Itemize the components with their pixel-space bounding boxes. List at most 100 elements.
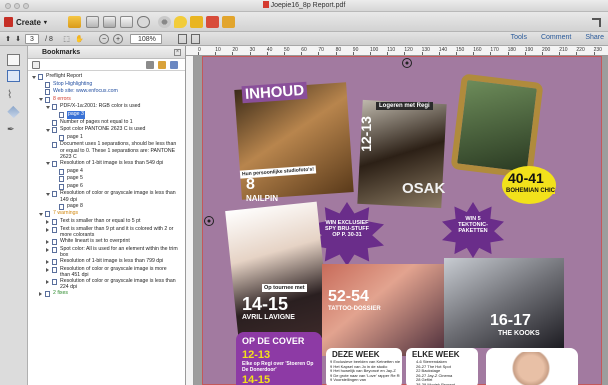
bookmark-item[interactable]: page 3 [28,110,185,119]
chevron-down-icon[interactable] [46,128,50,132]
bookmark-item[interactable]: page 6 [28,183,185,191]
bookmark-label: Stop Highlighting [53,80,93,87]
chevron-right-icon[interactable] [46,279,49,284]
ruler-tick [404,52,406,55]
bookmark-label: 8 errors [53,95,71,102]
bookmark-label: 7 warnings [53,210,79,217]
attachments-icon[interactable]: ⌇ [7,88,20,101]
chevron-right-icon[interactable] [46,267,49,272]
hand-tool-icon[interactable]: ✋ [75,34,84,44]
tools-link[interactable]: Tools [511,34,527,41]
ruler-tick [215,52,217,55]
sign-icon[interactable] [222,16,235,28]
print-icon[interactable] [103,16,116,28]
bookmark-item[interactable]: page 8 [28,203,185,211]
expand-bookmark-icon[interactable] [170,61,178,69]
bookmark-item[interactable]: page 5 [28,175,185,183]
fit-page-icon[interactable] [178,34,187,44]
bookmark-item[interactable]: 7 warnings [28,210,185,218]
navigation-pane-sidebar: ⌇ ✒ [0,46,28,385]
settings-gear-icon[interactable] [158,16,171,28]
ruler-mark: 190 [524,47,534,53]
bookmarks-title: Bookmarks [42,49,81,56]
bookmark-item[interactable]: White lineart is set to overprint [28,238,185,246]
bookmark-item[interactable]: Preflight Report [28,73,185,81]
portrait-photo [506,352,556,385]
stamp-icon[interactable] [206,16,219,28]
registration-mark-icon [402,58,412,68]
main-toolbar: Create ▾ [0,12,608,32]
bookmark-page-icon [45,291,50,298]
select-tool-icon[interactable]: ⬚ [62,34,71,44]
comment-link[interactable]: Comment [541,34,571,41]
ruler-tick [542,52,543,55]
close-panel-icon[interactable]: × [174,49,181,56]
bookmark-item[interactable]: Text is smaller than or equal to 5 pt [28,218,185,226]
bookmark-item[interactable]: Resolution of color or grayscale image i… [28,278,185,290]
share-link[interactable]: Share [585,34,604,41]
page-total: / 8 [45,35,53,43]
page-thumbnails-icon[interactable] [7,54,20,66]
bookmark-item[interactable]: Web site: www.enfocus.com [28,88,185,96]
bookmark-item[interactable]: Resolution of 1-bit image is less than 7… [28,258,185,266]
ruler-tick [559,52,561,55]
navigation-toolbar: ⬆ ⬇ 3 / 8 ⬚ ✋ − + 108% Tools Comment Sha… [0,32,608,46]
bookmark-label: PDF/X-1a:2001: RGB color is used [60,103,141,110]
chevron-right-icon[interactable] [46,247,49,252]
chevron-right-icon[interactable] [46,227,49,232]
bohemian-frame [450,73,544,179]
cloud-icon[interactable] [137,16,150,28]
new-bookmark-icon[interactable] [158,61,166,69]
chevron-down-icon[interactable] [46,162,50,166]
bookmark-item[interactable]: Document uses 1 separations, should be l… [28,141,185,160]
chevron-down-icon[interactable] [39,212,43,216]
chevron-right-icon[interactable] [46,219,49,224]
document-canvas[interactable]: INHOUD Hun persoonlijke studiofoto's! 8 … [194,56,608,385]
bookmark-item[interactable]: Resolution of color or grayscale image i… [28,190,185,203]
zoom-out-icon[interactable]: − [99,34,109,44]
next-page-icon[interactable]: ⬇ [14,34,22,44]
bookmark-item[interactable]: Text is smaller than 9 pt and it is colo… [28,226,185,238]
layers-icon[interactable] [7,105,20,119]
bookmark-page-icon [52,278,57,285]
bookmark-item[interactable]: 8 errors [28,96,185,104]
signatures-icon[interactable]: ✒ [7,124,20,136]
cover-text: Elke op Regi over 'Stoeren Op De Donerdo… [242,361,314,373]
chevron-down-icon[interactable] [46,105,50,109]
bookmarks-icon[interactable] [7,70,20,82]
bookmark-item[interactable]: Spot color: All is used for an element w… [28,246,185,258]
highlight-icon[interactable] [190,16,203,28]
bookmark-item[interactable]: Number of pages not equal to 1 [28,119,185,127]
cover-1415: 14-15 [242,374,271,385]
bookmark-item[interactable]: page 4 [28,168,185,176]
bookmark-item[interactable]: PDF/X-1a:2001: RGB color is used [28,103,185,111]
label-kooks: THE KOOKS [498,330,540,337]
mail-icon[interactable] [120,16,133,28]
save-icon[interactable] [86,16,99,28]
bookmark-item[interactable]: Resolution of color or grayscale image i… [28,266,185,278]
bookmark-item[interactable]: 2 fixes [28,290,185,298]
comment-bubble-icon[interactable] [174,16,187,28]
chevron-right-icon[interactable] [46,259,49,264]
delete-bookmark-icon[interactable] [146,61,154,69]
chevron-down-icon[interactable] [32,75,36,79]
page-number-input[interactable]: 3 [25,34,39,44]
bookmark-item[interactable]: page 1 [28,134,185,142]
horizontal-ruler: 0 10 20 30 40 50 60 70 80 90 100 110 120 130 140 150 160… [186,46,608,56]
bookmark-item[interactable]: Resolution of 1-bit image is less than 5… [28,160,185,168]
bookmark-item[interactable]: Spot color PANTONE 2623 C is used [28,126,185,134]
bookmark-item[interactable]: Stop Highlighting [28,81,185,89]
chevron-down-icon[interactable] [39,98,43,102]
bookmark-label: Spot color PANTONE 2623 C is used [60,126,146,133]
create-button[interactable]: Create ▾ [4,15,47,29]
open-folder-icon[interactable] [68,16,81,28]
fit-width-icon[interactable] [191,34,200,44]
prev-page-icon[interactable]: ⬆ [4,34,12,44]
chevron-down-icon[interactable] [46,192,50,196]
zoom-in-icon[interactable]: + [113,34,123,44]
expand-icon[interactable] [592,18,601,27]
options-menu-icon[interactable] [32,61,40,69]
chevron-right-icon[interactable] [39,292,42,297]
chevron-right-icon[interactable] [46,239,49,244]
zoom-level-select[interactable]: 108% [130,34,162,44]
